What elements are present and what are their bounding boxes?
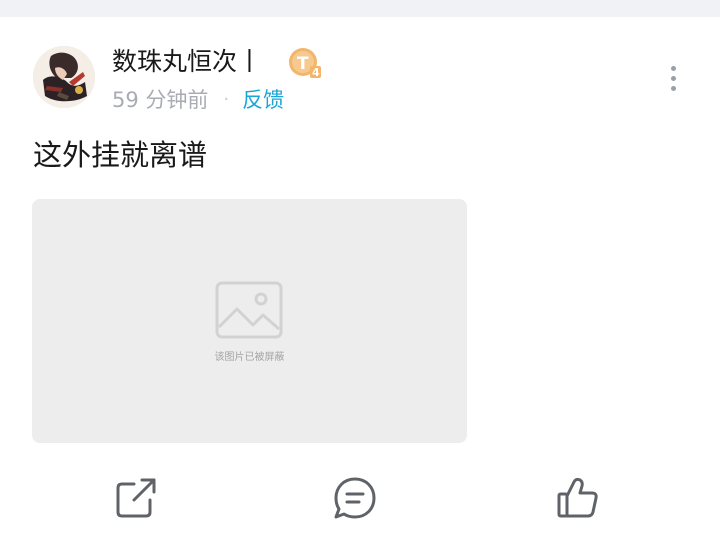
svg-text:T: T xyxy=(297,54,309,74)
share-button[interactable] xyxy=(112,474,160,522)
svg-text:4: 4 xyxy=(312,66,320,79)
post-time: 59 分钟前 xyxy=(112,88,209,112)
share-icon xyxy=(116,478,156,518)
image-placeholder-icon xyxy=(215,281,283,339)
feedback-link[interactable]: 反馈 xyxy=(242,84,284,114)
like-button[interactable] xyxy=(554,474,602,522)
post-meta: 59 分钟前 · 反馈 xyxy=(112,84,284,114)
more-dot-icon xyxy=(670,75,676,81)
more-dot-icon xyxy=(670,85,676,91)
meta-separator: · xyxy=(223,88,230,110)
avatar-image xyxy=(33,46,95,108)
top-divider-strip xyxy=(0,0,720,17)
post-text: 这外挂就离谱 xyxy=(33,138,208,172)
more-options-button[interactable] xyxy=(660,62,686,94)
author-name[interactable]: 数珠丸恒次丨 xyxy=(112,44,262,80)
level-badge-icon: T 4 xyxy=(288,47,322,79)
comment-icon xyxy=(334,477,376,519)
comment-button[interactable] xyxy=(331,474,379,522)
more-dot-icon xyxy=(670,65,676,71)
thumbs-up-icon xyxy=(557,477,598,518)
author-avatar[interactable] xyxy=(33,46,95,108)
blocked-image-placeholder[interactable]: 该图片已被屏蔽 xyxy=(32,199,467,443)
image-blocked-caption: 该图片已被屏蔽 xyxy=(214,352,285,363)
